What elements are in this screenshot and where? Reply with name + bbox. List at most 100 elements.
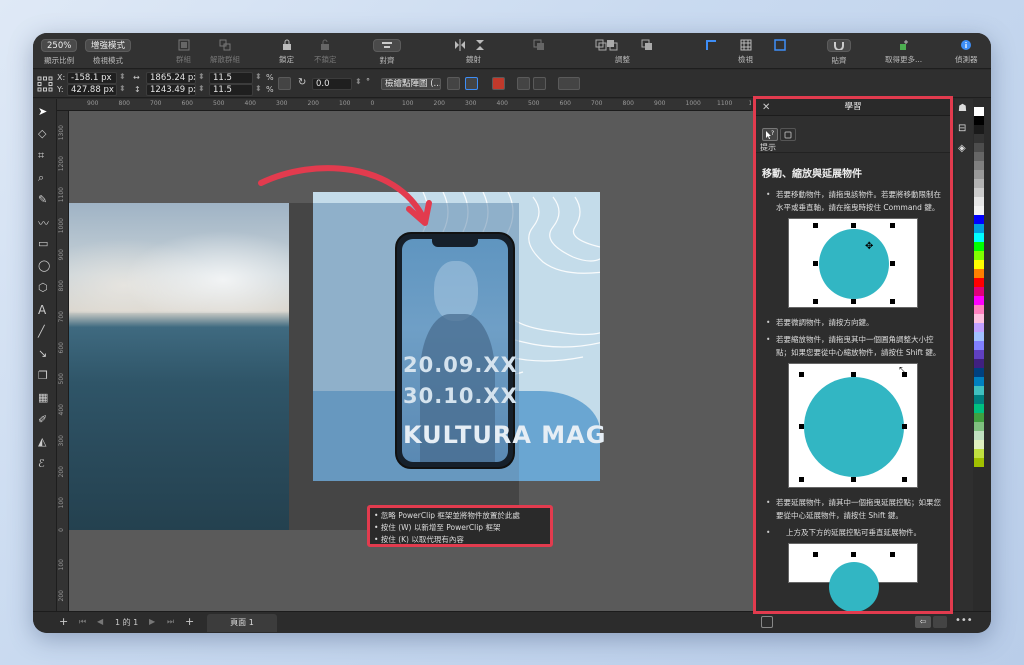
view-mode-control[interactable]: 增強模式 檢視模式	[85, 39, 132, 66]
y-position-field[interactable]: 427.88 px	[67, 84, 117, 96]
color-swatch[interactable]	[974, 341, 984, 350]
zoom-control[interactable]: 250% 顯示比例	[41, 39, 78, 66]
poster-title[interactable]: KULTURA MAG	[403, 421, 606, 449]
color-swatch[interactable]	[974, 359, 984, 368]
crop-tool-icon[interactable]: ⌗	[38, 149, 51, 162]
back-one-button[interactable]	[606, 39, 618, 51]
hints-tab[interactable]	[780, 128, 796, 141]
add-page-after-button[interactable]: +	[185, 615, 194, 628]
view-frame-button[interactable]	[774, 39, 786, 51]
color-swatch[interactable]	[974, 368, 984, 377]
panel-page-icon[interactable]	[761, 616, 773, 628]
eyedropper-tool-icon[interactable]: ✐	[38, 413, 51, 426]
lock-button[interactable]: 鎖定	[279, 39, 294, 65]
last-page-button[interactable]: ⏭	[167, 617, 174, 627]
color-swatch[interactable]	[974, 404, 984, 413]
drawing-canvas[interactable]: 20.09.XX 30.10.XX KULTURA MAG • 忽略 Power…	[69, 111, 755, 611]
bitmap-option-2[interactable]	[465, 77, 478, 90]
color-swatch[interactable]	[974, 116, 984, 125]
color-swatch[interactable]	[974, 125, 984, 134]
color-swatch[interactable]	[974, 386, 984, 395]
color-swatch[interactable]	[974, 323, 984, 332]
artistic-media-icon[interactable]: 〰	[38, 215, 51, 230]
zoom-tool-icon[interactable]: ⌕	[38, 171, 51, 184]
rotation-field[interactable]: 0.0	[312, 78, 352, 90]
mirror-vertical-button[interactable]	[474, 39, 486, 51]
close-icon[interactable]: ✕	[762, 99, 770, 116]
record-button[interactable]	[492, 77, 505, 90]
color-swatch[interactable]	[974, 107, 984, 116]
color-swatch[interactable]	[974, 458, 984, 467]
unlock-button[interactable]: 不鎖定	[314, 39, 337, 65]
poster-date-1[interactable]: 20.09.XX	[403, 353, 518, 377]
polygon-tool-icon[interactable]: ⬡	[38, 281, 51, 294]
line-tool-icon[interactable]: ╱	[38, 325, 51, 338]
color-swatch[interactable]	[974, 161, 984, 170]
color-swatch[interactable]	[974, 206, 984, 215]
shadow-tool-icon[interactable]: ❐	[38, 369, 51, 382]
trace-options-button[interactable]	[533, 77, 546, 90]
trace-button[interactable]	[517, 77, 530, 90]
x-stepper[interactable]: ⬍	[119, 72, 126, 81]
rectangle-tool-icon[interactable]: ▭	[38, 237, 51, 250]
layers-docker-icon[interactable]: ◈	[958, 143, 966, 154]
color-swatch[interactable]	[974, 413, 984, 422]
next-page-button[interactable]: ▶	[149, 617, 155, 626]
color-swatch[interactable]	[974, 332, 984, 341]
ocean-photo[interactable]	[69, 203, 289, 530]
color-swatch[interactable]	[974, 197, 984, 206]
color-swatch[interactable]	[974, 296, 984, 305]
color-swatch[interactable]	[974, 224, 984, 233]
view-mode-dropdown[interactable]: 增強模式	[85, 39, 132, 52]
panel-back-icon[interactable]: ⇦	[915, 616, 931, 628]
text-tool-icon[interactable]: A	[38, 303, 51, 317]
y-stepper[interactable]: ⬍	[119, 84, 126, 93]
ungroup-button[interactable]: 解散群組	[210, 39, 240, 65]
color-swatch[interactable]	[974, 287, 984, 296]
scale-x-field[interactable]: 11.5	[209, 72, 253, 84]
color-swatch[interactable]	[974, 377, 984, 386]
arrange-button[interactable]: 調整	[571, 39, 630, 65]
first-page-button[interactable]: ⏮	[79, 617, 86, 627]
color-swatch[interactable]	[974, 395, 984, 404]
color-swatch[interactable]	[974, 233, 984, 242]
color-swatch[interactable]	[974, 143, 984, 152]
group-button[interactable]: 群組	[176, 39, 191, 65]
inspector-button[interactable]: 偵測器	[955, 39, 978, 65]
bitmap-option-1[interactable]	[447, 77, 460, 90]
zoom-dropdown[interactable]: 250%	[41, 39, 78, 52]
color-swatch[interactable]	[974, 260, 984, 269]
arrange-front-button[interactable]	[533, 39, 545, 51]
color-swatch[interactable]	[974, 278, 984, 287]
panel-forward-button[interactable]	[933, 616, 947, 628]
align-dropdown[interactable]	[373, 39, 401, 52]
color-swatch[interactable]	[974, 440, 984, 449]
color-swatch[interactable]	[974, 314, 984, 323]
snap-dropdown[interactable]	[827, 39, 851, 52]
poster-date-2[interactable]: 30.10.XX	[403, 384, 518, 408]
color-swatch[interactable]	[974, 170, 984, 179]
page-tab-1[interactable]: 頁面 1	[207, 614, 277, 632]
learn-docker-icon[interactable]: ☗	[958, 103, 967, 114]
freehand-tool-icon[interactable]: ✎	[38, 193, 51, 206]
color-swatch[interactable]	[974, 350, 984, 359]
view-grid-button[interactable]: 檢視	[738, 39, 753, 65]
tips-tab[interactable]: ?	[762, 128, 778, 141]
color-swatch[interactable]	[974, 269, 984, 278]
properties-docker-icon[interactable]: ⊟	[958, 123, 966, 134]
snap-button[interactable]: 貼齊	[827, 39, 851, 66]
color-swatch[interactable]	[974, 242, 984, 251]
reference-point-icon[interactable]	[37, 76, 53, 92]
shape-tool-icon[interactable]: ◇	[38, 127, 51, 140]
transparency-tool-icon[interactable]: ▦	[38, 391, 51, 404]
view-corner-button[interactable]	[705, 39, 717, 51]
resample-dropdown[interactable]: 檢繪點陣圖 (...	[381, 78, 441, 90]
bitmap-dropdown[interactable]	[558, 77, 580, 90]
more-options-icon[interactable]: •••	[955, 615, 973, 626]
add-page-before-button[interactable]: +	[59, 615, 68, 628]
lock-ratio-button[interactable]	[278, 77, 291, 90]
smart-fill-icon[interactable]: ℰ	[38, 457, 51, 470]
x-position-field[interactable]: -158.1 px	[67, 72, 117, 84]
color-swatch[interactable]	[974, 431, 984, 440]
color-swatch[interactable]	[974, 251, 984, 260]
